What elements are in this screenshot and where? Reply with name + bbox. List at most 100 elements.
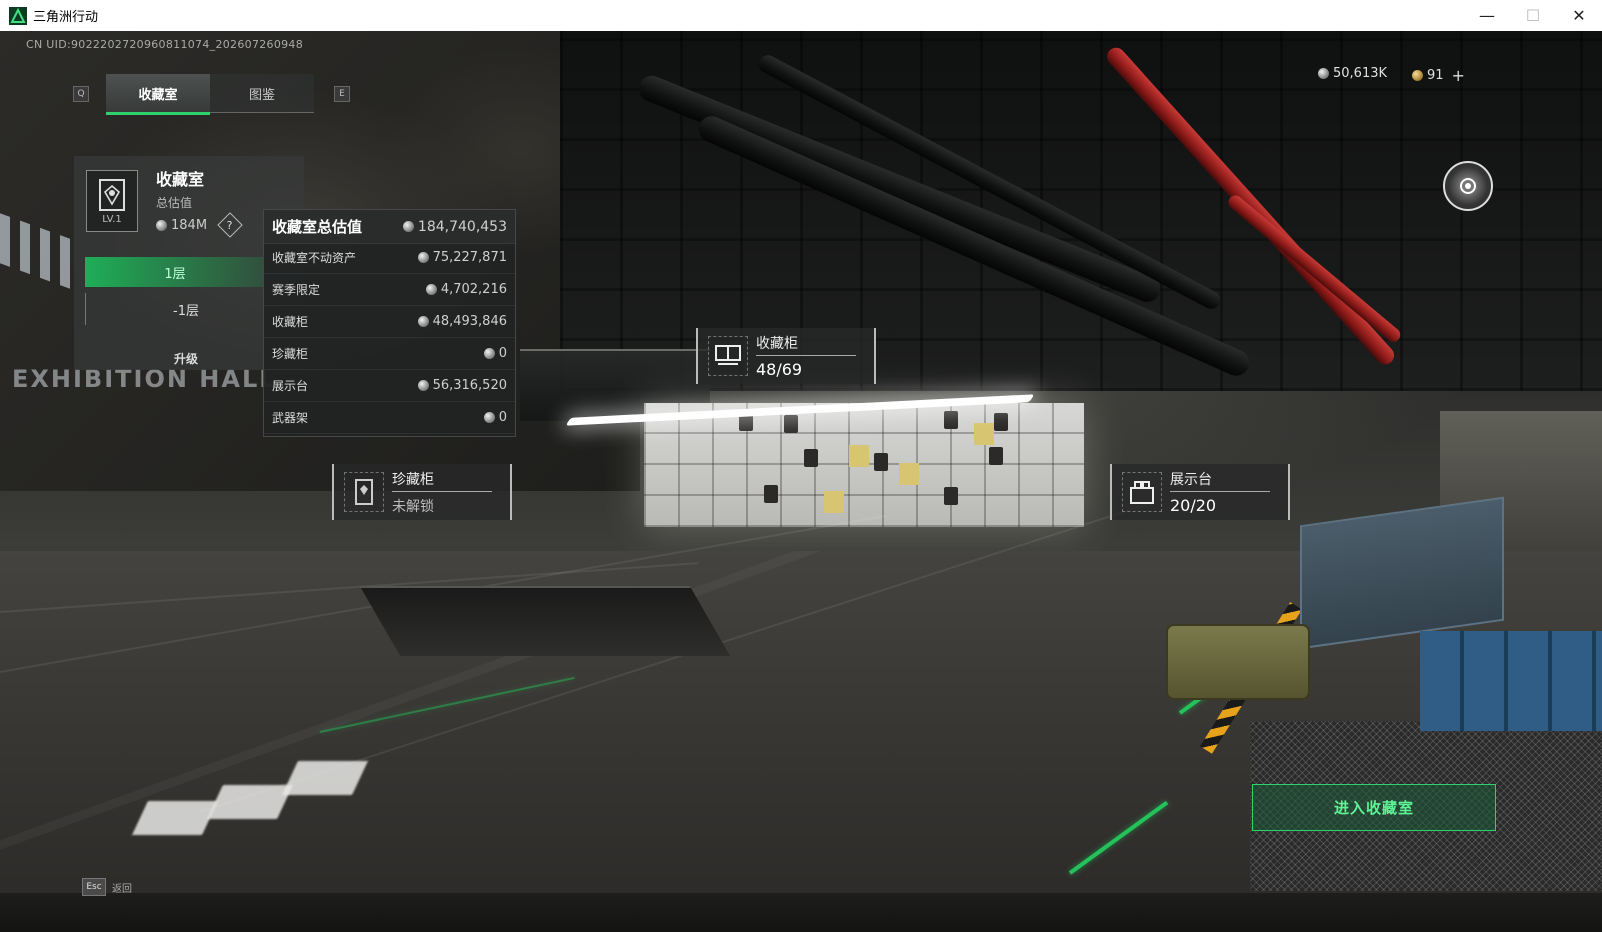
room-total-label: 总估值 — [156, 196, 193, 210]
value-row-amount: 0 — [483, 410, 507, 425]
room-value-text: 184M — [171, 217, 208, 233]
silver-coin-icon — [425, 284, 437, 295]
back-button[interactable]: Esc 返回 — [82, 878, 132, 896]
back-label: 返回 — [112, 883, 132, 895]
currency-silver[interactable]: 50,613K — [1318, 66, 1387, 81]
value-row-amount: 56,316,520 — [417, 378, 507, 393]
silver-coin-icon — [417, 316, 429, 327]
room-level: LV.1 — [102, 213, 122, 225]
app-logo-icon — [9, 6, 27, 25]
floor-green-stripe — [319, 676, 575, 733]
main-tabs: 收藏室 图鉴 — [106, 74, 314, 115]
weapon-crate — [1166, 624, 1310, 700]
silver-coin-icon — [417, 380, 429, 391]
tab-key-left: Q — [73, 86, 89, 102]
value-header-number: 184,740,453 — [417, 218, 507, 235]
camera-icon — [1460, 178, 1476, 194]
gold-amount: 91 — [1427, 68, 1444, 83]
cabinet-name: 收藏柜 — [756, 333, 856, 356]
tab-collection-room[interactable]: 收藏室 — [106, 74, 210, 115]
value-breakdown-tooltip: 收藏室总估值 184,740,453 收藏室不动资产 75,227,871 赛季… — [263, 209, 516, 437]
window-controls: — ☐ ✕ — [1464, 0, 1602, 31]
display-tag-text: 展示台 20/20 — [1170, 469, 1270, 515]
treasure-cabinet-icon — [355, 479, 373, 505]
value-row-number: 4,702,216 — [440, 282, 507, 297]
cabinet-count: 48/69 — [756, 360, 803, 379]
display-icon-frame — [1122, 472, 1162, 512]
value-row-label: 展示台 — [272, 379, 309, 393]
value-row-amount: 48,493,846 — [417, 314, 507, 329]
player-uid: CN UID:9022202720960811074_202607260948 — [26, 38, 304, 51]
room-title: 收藏室 — [156, 170, 205, 189]
maximize-button[interactable]: ☐ — [1510, 0, 1556, 31]
value-row-amount: 4,702,216 — [425, 282, 507, 297]
view-rotate-icon[interactable] — [1443, 161, 1493, 211]
cabinet-tag[interactable]: 收藏柜 48/69 — [696, 328, 876, 384]
value-row: 展示台 56,316,520 — [264, 370, 515, 402]
help-icon[interactable]: ? — [217, 212, 243, 238]
value-row: 赛季限定 4,702,216 — [264, 274, 515, 306]
cabinet-icon — [715, 345, 741, 365]
silver-coin-icon — [1318, 68, 1329, 79]
value-row-label: 珍藏柜 — [272, 347, 309, 361]
silver-coin-icon — [156, 219, 167, 231]
enter-collection-room-button[interactable]: 进入收藏室 — [1252, 784, 1496, 831]
minimize-button[interactable]: — — [1464, 0, 1510, 31]
bottom-bar — [0, 893, 1602, 932]
value-row-number: 0 — [498, 346, 507, 361]
treasure-name: 珍藏柜 — [392, 469, 492, 492]
help-mark: ? — [227, 218, 233, 232]
treasure-tag-text: 珍藏柜 未解锁 — [392, 469, 492, 516]
value-header-amount: 184,740,453 — [402, 218, 507, 235]
silver-coin-icon — [417, 252, 429, 263]
gold-coin-icon — [1412, 70, 1423, 81]
blue-locker — [1420, 631, 1602, 731]
value-row-label: 收藏室不动资产 — [272, 251, 357, 265]
value-row: 武器架 0 — [264, 402, 515, 434]
cabinet-tag-text: 收藏柜 48/69 — [756, 333, 856, 379]
display-count: 20/20 — [1170, 496, 1217, 515]
display-stand-icon — [1130, 481, 1154, 504]
floor-green-stripe — [1068, 800, 1169, 875]
value-row-number: 75,227,871 — [432, 250, 507, 265]
treasure-status: 未解锁 — [392, 498, 434, 515]
value-row-label: 收藏柜 — [272, 315, 309, 329]
value-row-amount: 75,227,871 — [417, 250, 507, 265]
value-row-amount: 0 — [483, 346, 507, 361]
add-currency-icon[interactable]: + — [1452, 66, 1465, 85]
value-header-label: 收藏室总估值 — [272, 218, 363, 236]
value-row: 珍藏柜 0 — [264, 338, 515, 370]
display-stand-tag[interactable]: 展示台 20/20 — [1110, 464, 1290, 520]
value-header-row: 收藏室总估值 184,740,453 — [264, 210, 515, 244]
floor-button-1[interactable]: 1层 — [85, 257, 265, 287]
room-badge: LV.1 — [86, 170, 138, 232]
value-row: 收藏柜 48,493,846 — [264, 306, 515, 338]
value-row-number: 48,493,846 — [432, 314, 507, 329]
vault-icon — [99, 178, 125, 211]
value-row-number: 0 — [498, 410, 507, 425]
tab-key-right: E — [334, 86, 350, 102]
value-row-label: 赛季限定 — [272, 283, 321, 297]
value-row-label: 武器架 — [272, 411, 309, 425]
floor-button-b1[interactable]: -1层 — [85, 293, 286, 325]
silver-coin-icon — [483, 412, 495, 423]
display-wall — [644, 403, 1084, 527]
silver-coin-icon — [483, 348, 495, 359]
upgrade-button[interactable]: 升级 — [174, 350, 198, 367]
display-name: 展示台 — [1170, 469, 1270, 492]
tab-catalog[interactable]: 图鉴 — [210, 74, 314, 113]
cabinet-icon-frame — [708, 336, 748, 376]
window-titlebar: 三角洲行动 — ☐ ✕ — [0, 0, 1602, 32]
silver-amount: 50,613K — [1333, 66, 1388, 81]
treasure-icon-frame — [344, 472, 384, 512]
value-row: 收藏室不动资产 75,227,871 — [264, 242, 515, 274]
window-title: 三角洲行动 — [33, 10, 99, 25]
room-total-value: 184M ? — [156, 212, 243, 238]
close-button[interactable]: ✕ — [1556, 0, 1602, 31]
treasure-cabinet-tag[interactable]: 珍藏柜 未解锁 — [332, 464, 512, 520]
value-row-number: 56,316,520 — [432, 378, 507, 393]
silver-coin-icon — [402, 221, 414, 232]
esc-key-icon: Esc — [82, 878, 106, 896]
floor-pit — [359, 586, 731, 656]
currency-gold[interactable]: 91 + — [1412, 66, 1465, 85]
